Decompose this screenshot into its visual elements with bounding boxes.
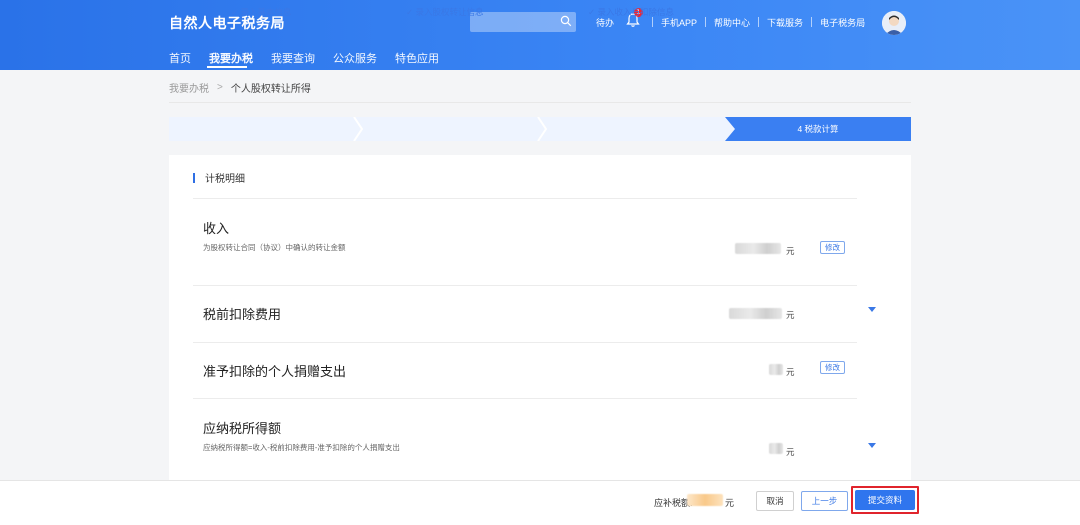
row-income-title: 收入 [203,221,230,236]
row-taxable-income-unit: 元 [786,447,795,457]
search-input[interactable] [470,12,576,32]
divider [193,198,857,199]
edit-income-button[interactable]: 修改 [820,241,845,254]
top-header [0,0,1080,70]
link-download[interactable]: 下载服务 [759,16,811,29]
income-value-redacted [735,243,781,254]
step-divider [353,117,364,141]
row-taxable-income-subtitle: 应纳税所得额=收入-税前扣除费用-准予扣除的个人捐赠支出 [203,443,400,452]
expand-pretax-deduction-chevron-down-icon[interactable] [868,307,876,312]
step-income-deduction: ✓ 录入收入与扣除信息 [588,7,674,17]
breadcrumb-current: 个人股权转让所得 [230,84,311,95]
user-avatar[interactable] [882,11,906,35]
nav-home[interactable]: 首页 [169,50,191,66]
nav-public-service[interactable]: 公众服务 [333,50,377,66]
submit-highlight-annotation [851,486,919,514]
nav-active-indicator [207,66,247,68]
avatar-icon [882,11,906,35]
pretax-deduction-value-redacted [729,308,782,319]
tax-due-unit: 元 [725,498,735,508]
link-help-center[interactable]: 帮助中心 [706,16,758,29]
row-income-subtitle: 为股权转让合同（协议）中确认的转让金额 [203,243,346,252]
section-header: 计税明细 [193,170,245,185]
row-donation-unit: 元 [786,367,795,377]
breadcrumb: 我要办税 > 个人股权转让所得 [169,80,311,95]
row-pretax-deduction-title: 税前扣除费用 [203,307,282,322]
section-title: 计税明细 [205,174,245,185]
step-equity-info: ✓ 录入股权转让信息 [406,7,484,17]
nav-query[interactable]: 我要查询 [271,50,315,66]
divider [193,398,857,399]
nav-special-apps[interactable]: 特色应用 [395,50,439,66]
tax-due-value-redacted [687,494,723,506]
donation-value-redacted [769,364,783,375]
row-taxable-income-title: 应纳税所得额 [203,421,282,436]
step-divider [537,117,548,141]
taxable-income-value-redacted [769,443,783,454]
section-accent-bar [193,172,195,183]
step-basic-info: ✓ 录入基本信息 [231,7,292,17]
cancel-button[interactable]: 取消 [756,491,794,511]
edit-donation-button[interactable]: 修改 [820,361,845,374]
row-donation-title: 准予扣除的个人捐赠支出 [203,364,347,379]
step-tax-calculation: 4 税款计算 [797,124,839,134]
row-income-unit: 元 [786,246,795,256]
nav-tax-handling[interactable]: 我要办税 [209,50,253,66]
link-e-tax-bureau[interactable]: 电子税务局 [812,16,873,29]
divider [169,102,911,103]
main-nav: 首页 我要办税 我要查询 公众服务 特色应用 [169,50,457,66]
breadcrumb-parent[interactable]: 我要办税 [169,80,209,95]
previous-step-button[interactable]: 上一步 [801,491,848,511]
row-pretax-deduction-unit: 元 [786,310,795,320]
expand-taxable-income-chevron-down-icon[interactable] [868,443,876,448]
breadcrumb-separator: > [217,82,223,93]
search-icon[interactable] [560,15,572,27]
divider [193,342,857,343]
divider [193,285,857,286]
